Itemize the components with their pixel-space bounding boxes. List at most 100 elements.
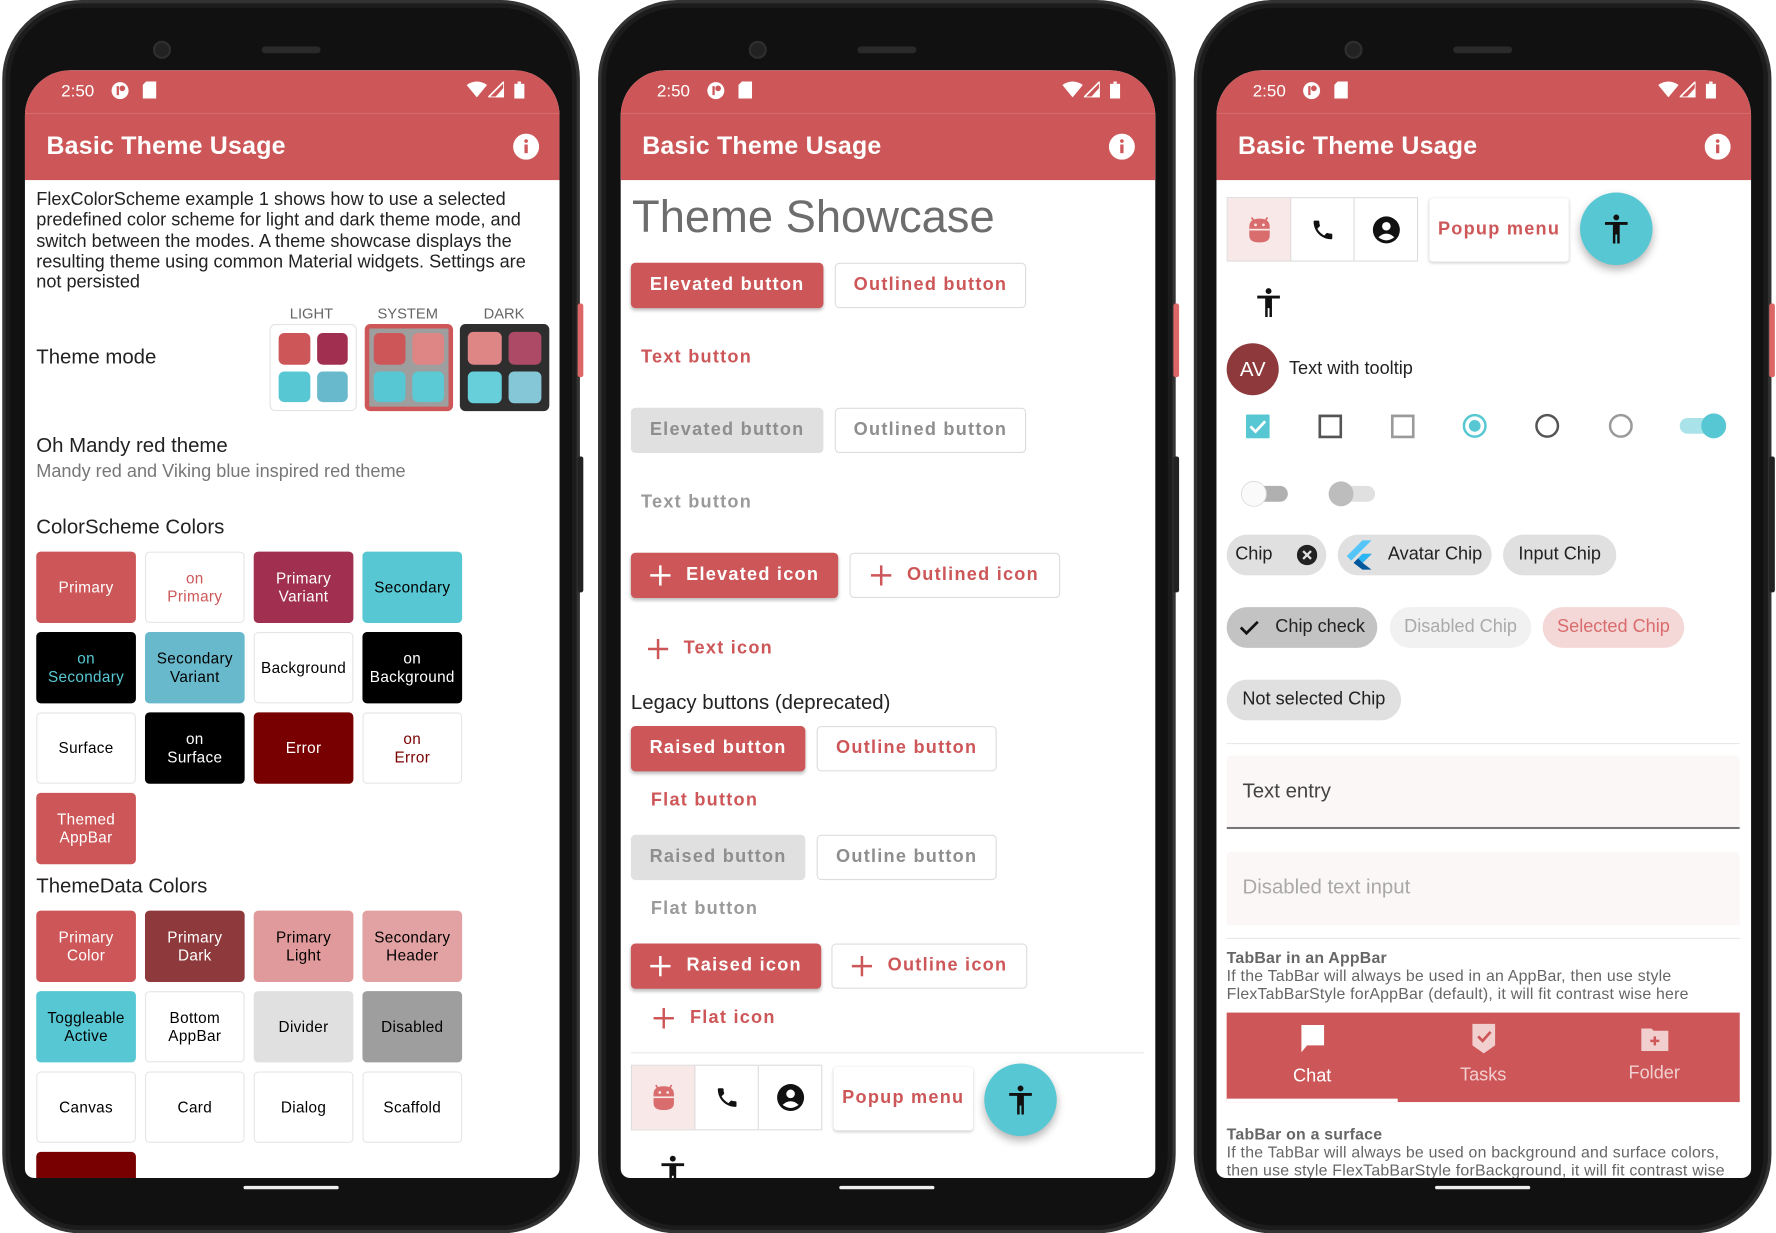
theme-mode-light-button[interactable] bbox=[269, 323, 357, 412]
volume-button bbox=[1173, 456, 1180, 593]
power-button bbox=[1769, 303, 1775, 378]
color-tile: Background bbox=[253, 632, 354, 704]
floating-action-button[interactable] bbox=[984, 1063, 1057, 1137]
notification-icon bbox=[707, 82, 725, 100]
wifi-icon bbox=[1062, 81, 1083, 98]
color-tile: on Primary bbox=[144, 551, 245, 623]
toggle-buttons bbox=[630, 1064, 823, 1131]
raised-icon-button[interactable]: Raised icon bbox=[630, 943, 822, 989]
flat-button[interactable]: Flat button bbox=[631, 778, 778, 823]
accessibility-icon[interactable] bbox=[659, 1155, 686, 1178]
radio-unselected[interactable] bbox=[1535, 413, 1560, 438]
raised-button-disabled: Raised button bbox=[630, 834, 806, 881]
switch-on[interactable] bbox=[1679, 411, 1731, 440]
outline-button[interactable]: Outline button bbox=[816, 726, 997, 772]
tab-folder[interactable]: Folder bbox=[1569, 1013, 1740, 1102]
accessibility-icon[interactable] bbox=[1255, 288, 1282, 318]
themedata-heading: ThemeData Colors bbox=[36, 874, 208, 898]
color-tile: on Surface bbox=[144, 712, 245, 784]
text-icon-label: Text icon bbox=[683, 638, 773, 659]
phone-frame-1: 2:50 Basic Theme Usage FlexColorScheme e… bbox=[2, 0, 584, 1233]
raised-button[interactable]: Raised button bbox=[630, 726, 806, 772]
color-tile: Surface bbox=[36, 712, 136, 784]
tooltip-text[interactable]: Text with tooltip bbox=[1289, 359, 1413, 379]
toggle-account[interactable] bbox=[1355, 198, 1417, 260]
tab-folder-label: Folder bbox=[1628, 1063, 1680, 1083]
showcase-title: Theme Showcase bbox=[632, 192, 995, 243]
radio-selected[interactable] bbox=[1462, 413, 1487, 438]
outlined-button[interactable]: Outlined button bbox=[834, 262, 1027, 309]
color-tile: Themed AppBar bbox=[36, 792, 136, 865]
outlined-icon-label: Outlined icon bbox=[906, 565, 1039, 585]
outlined-icon-button[interactable]: Outlined icon bbox=[849, 552, 1061, 599]
theme-mode-dark-button[interactable] bbox=[459, 323, 550, 412]
tab-bar: Chat Tasks Folder bbox=[1226, 1012, 1740, 1103]
plus-icon bbox=[650, 955, 671, 977]
outlined-button-disabled: Outlined button bbox=[834, 407, 1027, 454]
flat-icon-button[interactable]: Flat icon bbox=[641, 996, 788, 1041]
info-icon[interactable] bbox=[1704, 133, 1731, 160]
theme-mode-system-button[interactable] bbox=[364, 323, 454, 412]
cancel-icon[interactable] bbox=[1297, 544, 1318, 566]
avatar-chip[interactable]: Avatar Chip bbox=[1337, 534, 1492, 576]
home-indicator[interactable] bbox=[839, 1185, 935, 1190]
home-indicator[interactable] bbox=[1435, 1185, 1531, 1190]
screen-showcase: 2:50 Basic Theme Usage Theme Showcase El… bbox=[620, 70, 1156, 1178]
outline-icon-button[interactable]: Outline icon bbox=[831, 943, 1028, 989]
color-tile: Disabled bbox=[362, 991, 463, 1063]
signal-icon bbox=[488, 81, 505, 98]
color-tile: Error bbox=[36, 1151, 136, 1178]
home-indicator[interactable] bbox=[243, 1185, 339, 1190]
flat-icon-label: Flat icon bbox=[689, 1008, 776, 1028]
chip-check-label: Chip check bbox=[1275, 617, 1365, 637]
speaker bbox=[857, 46, 917, 54]
switch-off[interactable] bbox=[1238, 478, 1290, 509]
flat-button-disabled: Flat button bbox=[650, 899, 759, 919]
chip[interactable]: Chip bbox=[1226, 534, 1327, 576]
phone-icon bbox=[717, 1088, 736, 1107]
info-icon[interactable] bbox=[1108, 133, 1135, 160]
checkbox-unchecked[interactable] bbox=[1318, 414, 1343, 439]
sd-card-icon bbox=[1334, 81, 1348, 99]
plus-icon bbox=[649, 565, 671, 586]
description: FlexColorScheme example 1 shows how to u… bbox=[36, 190, 526, 293]
elevated-icon-button[interactable]: Elevated icon bbox=[630, 552, 839, 599]
app-bar: Basic Theme Usage bbox=[620, 113, 1156, 181]
disabled-text-input-label: Disabled text input bbox=[1242, 875, 1411, 899]
wifi-icon bbox=[1658, 81, 1679, 98]
tab-tasks[interactable]: Tasks bbox=[1398, 1013, 1569, 1102]
checkbox-disabled bbox=[1390, 414, 1415, 439]
floating-action-button[interactable] bbox=[1580, 192, 1653, 266]
status-bar: 2:50 bbox=[620, 70, 1156, 114]
elevated-button[interactable]: Elevated button bbox=[630, 262, 824, 309]
theme-mode-label-light: LIGHT bbox=[289, 304, 334, 322]
text-button[interactable]: Text button bbox=[631, 335, 762, 380]
screen-home: 2:50 Basic Theme Usage FlexColorScheme e… bbox=[24, 70, 560, 1178]
wifi-icon bbox=[466, 81, 488, 98]
popup-menu-button[interactable]: Popup menu bbox=[833, 1066, 973, 1131]
toggle-android[interactable] bbox=[632, 1065, 696, 1130]
info-icon[interactable] bbox=[513, 133, 540, 160]
toggle-android[interactable] bbox=[1227, 198, 1292, 261]
toggle-phone[interactable] bbox=[1291, 198, 1355, 261]
input-chip[interactable]: Input Chip bbox=[1503, 534, 1617, 576]
flutter-logo-icon bbox=[1347, 540, 1373, 570]
divider bbox=[1226, 937, 1740, 939]
chip-check[interactable]: Chip check bbox=[1226, 607, 1378, 648]
signal-icon bbox=[1083, 81, 1100, 98]
tab-chat[interactable]: Chat bbox=[1226, 1013, 1398, 1103]
popup-menu-button[interactable]: Popup menu bbox=[1429, 198, 1569, 262]
outline-icon-label: Outline icon bbox=[887, 955, 1008, 976]
volume-button bbox=[1769, 456, 1775, 593]
text-icon-button[interactable]: Text icon bbox=[637, 626, 784, 671]
camera bbox=[748, 40, 767, 59]
toggle-phone[interactable] bbox=[695, 1065, 759, 1130]
sd-card-icon bbox=[738, 81, 753, 99]
selected-chip[interactable]: Selected Chip bbox=[1542, 607, 1685, 648]
not-selected-chip[interactable]: Not selected Chip bbox=[1226, 679, 1402, 721]
folder-add-icon bbox=[1640, 1028, 1668, 1052]
checkbox-checked[interactable] bbox=[1245, 414, 1270, 439]
toggle-account[interactable] bbox=[759, 1066, 821, 1129]
text-entry-field[interactable]: Text entry bbox=[1226, 755, 1740, 830]
battery-icon bbox=[1109, 81, 1121, 99]
